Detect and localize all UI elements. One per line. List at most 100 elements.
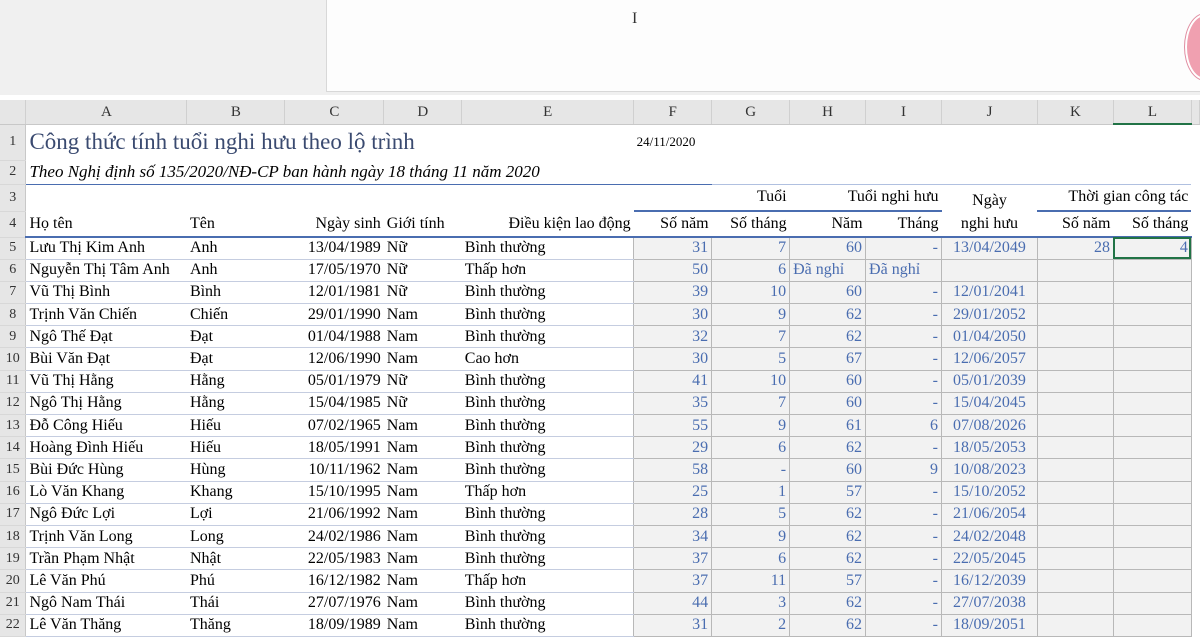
cell-name[interactable]: Trịnh Văn Chiến xyxy=(25,303,187,327)
column-header-J[interactable]: J xyxy=(941,100,1038,125)
cell-birth-date[interactable]: 15/10/1995 xyxy=(284,481,384,504)
cell-name[interactable]: Hoàng Đình Hiếu xyxy=(25,436,187,460)
cell-age-months[interactable]: 7 xyxy=(711,236,791,260)
column-header-H[interactable]: H xyxy=(789,100,867,125)
cell-age-months[interactable]: 10 xyxy=(711,369,791,393)
cell-retire-age-months[interactable]: - xyxy=(865,547,942,571)
cell-work-condition[interactable]: Bình thường xyxy=(461,370,634,393)
cell-work-condition[interactable]: Thấp hơn xyxy=(461,569,634,593)
row-header[interactable]: 13 xyxy=(0,414,27,438)
cell-age-months[interactable]: 6 xyxy=(711,547,791,571)
cell-age-years[interactable]: 41 xyxy=(633,369,713,393)
cell-retire-age-months[interactable]: - xyxy=(865,280,942,305)
row-header[interactable]: 14 xyxy=(0,436,27,460)
row-header[interactable]: 11 xyxy=(0,370,27,393)
cell-age-years[interactable]: 31 xyxy=(633,613,713,637)
row-header[interactable]: 3 xyxy=(0,184,27,212)
cell-age-months[interactable]: 6 xyxy=(711,258,791,282)
cell-name[interactable]: Vũ Thị Bình xyxy=(25,281,187,305)
sheet-subtitle[interactable]: Theo Nghị định số 135/2020/NĐ-CP ban hàn… xyxy=(25,160,712,185)
row-header[interactable]: 8 xyxy=(0,303,27,327)
column-header-L[interactable]: L xyxy=(1113,100,1192,125)
cell-retire-age-years[interactable]: 60 xyxy=(789,236,867,260)
cell-name[interactable]: Lưu Thị Kim Anh xyxy=(25,237,187,260)
cell-retire-age-years[interactable]: 60 xyxy=(789,280,867,305)
cell-service-years[interactable] xyxy=(1036,569,1114,593)
cell-birth-date[interactable]: 05/01/1979 xyxy=(284,370,384,393)
cell-retire-date[interactable] xyxy=(941,258,1038,282)
cell-service-months[interactable] xyxy=(1112,613,1192,637)
cell-birth-date[interactable]: 07/02/1965 xyxy=(284,414,384,438)
cell-birth-date[interactable]: 13/04/1989 xyxy=(284,237,384,260)
cell-birth-date[interactable]: 24/02/1986 xyxy=(284,525,384,549)
cell-retire-date[interactable]: 10/08/2023 xyxy=(941,458,1038,482)
cell-age-years[interactable]: 34 xyxy=(633,524,713,549)
cell-age-months[interactable]: 5 xyxy=(711,502,791,526)
cell-retire-age-months[interactable]: - xyxy=(865,480,942,504)
column-header-G[interactable]: G xyxy=(711,100,791,125)
column-header-B[interactable]: B xyxy=(186,100,286,125)
cell-short-name[interactable]: Hằng xyxy=(186,370,285,393)
cell-short-name[interactable]: Nhật xyxy=(186,547,285,571)
cell-age-years[interactable]: 55 xyxy=(633,413,713,438)
cell-short-name[interactable]: Anh xyxy=(186,259,285,282)
cell-short-name[interactable]: Hùng xyxy=(186,458,285,482)
cell-service-years[interactable] xyxy=(1036,613,1114,637)
cell-retire-date[interactable]: 15/04/2045 xyxy=(941,391,1038,416)
cell-retire-age-months[interactable]: Đã nghỉ xyxy=(865,258,942,282)
row-header[interactable]: 10 xyxy=(0,347,27,371)
cell-gender[interactable]: Nam xyxy=(383,303,462,327)
select-all-corner[interactable] xyxy=(0,100,27,125)
cell-retire-age-years[interactable]: 67 xyxy=(789,347,867,371)
cell-work-condition[interactable]: Cao hơn xyxy=(461,347,634,371)
cell-retire-date[interactable]: 16/12/2039 xyxy=(941,569,1038,593)
cell-gender[interactable]: Nam xyxy=(383,458,462,482)
row-header[interactable]: 1 xyxy=(0,124,27,161)
cell-name[interactable]: Vũ Thị Hằng xyxy=(25,370,187,393)
cell-age-years[interactable]: 28 xyxy=(633,502,713,526)
cell-birth-date[interactable]: 12/06/1990 xyxy=(284,347,384,371)
row-header[interactable]: 7 xyxy=(0,281,27,305)
cell-work-condition[interactable]: Bình thường xyxy=(461,458,634,482)
cell-retire-date[interactable]: 12/01/2041 xyxy=(941,280,1038,305)
cell-service-years[interactable] xyxy=(1036,369,1114,393)
cell-name[interactable]: Lê Văn Thăng xyxy=(25,614,187,637)
row-header[interactable]: 15 xyxy=(0,458,27,482)
cell-gender[interactable]: Nam xyxy=(383,503,462,526)
cell-service-months[interactable] xyxy=(1112,524,1192,549)
cell-retire-age-years[interactable]: 60 xyxy=(789,369,867,393)
cell-work-condition[interactable]: Thấp hơn xyxy=(461,259,634,282)
cell-birth-date[interactable]: 18/05/1991 xyxy=(284,436,384,460)
cell-gender[interactable]: Nam xyxy=(383,414,462,438)
cell-age-months[interactable]: 5 xyxy=(711,347,791,371)
cell-retire-date[interactable]: 18/05/2053 xyxy=(941,436,1038,460)
cell-retire-date[interactable]: 27/07/2038 xyxy=(941,591,1038,615)
cell-work-condition[interactable]: Bình thường xyxy=(461,503,634,526)
cell-gender[interactable]: Nữ xyxy=(383,370,462,393)
cell-service-months[interactable] xyxy=(1112,258,1192,282)
cell-service-months[interactable] xyxy=(1112,436,1192,460)
cell-retire-date[interactable]: 29/01/2052 xyxy=(941,303,1038,327)
cell-gender[interactable]: Nam xyxy=(383,592,462,615)
cell-work-condition[interactable]: Bình thường xyxy=(461,614,634,637)
cell-name[interactable]: Bùi Đức Hùng xyxy=(25,458,187,482)
cell-age-months[interactable]: 9 xyxy=(711,413,791,438)
cell-birth-date[interactable]: 12/01/1981 xyxy=(284,281,384,305)
column-header-C[interactable]: C xyxy=(284,100,385,125)
cell-work-condition[interactable]: Bình thường xyxy=(461,237,634,260)
cell-age-months[interactable]: 1 xyxy=(711,480,791,504)
cell-service-years[interactable] xyxy=(1036,547,1114,571)
cell-name[interactable]: Nguyễn Thị Tâm Anh xyxy=(25,259,187,282)
cell-service-years[interactable] xyxy=(1036,524,1114,549)
cell-service-months[interactable] xyxy=(1112,413,1192,438)
cell-gender[interactable]: Nữ xyxy=(383,259,462,282)
cell-short-name[interactable]: Phú xyxy=(186,569,285,593)
cell-age-months[interactable]: - xyxy=(711,458,791,482)
row-header[interactable]: 18 xyxy=(0,525,27,549)
cell-age-months[interactable]: 9 xyxy=(711,303,791,327)
cell-retire-date[interactable]: 22/05/2045 xyxy=(941,547,1038,571)
cell-gender[interactable]: Nữ xyxy=(383,281,462,305)
column-header-D[interactable]: D xyxy=(383,100,463,125)
cell-age-years[interactable]: 44 xyxy=(633,591,713,615)
cell-retire-age-years[interactable]: 60 xyxy=(789,391,867,416)
